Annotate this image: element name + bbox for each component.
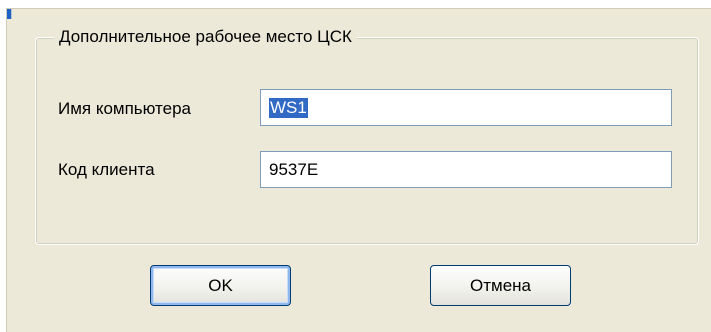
dialog-window: ▌ Дополнительное рабочее место ЦСК Имя к… [6,8,711,332]
client-code-value: 9537E [269,159,319,179]
computer-name-value: WS1 [269,97,308,118]
ok-button[interactable]: OK [150,265,291,306]
window-edge-mark: ▌ [7,9,14,19]
computer-name-label: Имя компьютера [58,99,192,118]
cancel-button[interactable]: Отмена [430,265,571,306]
group-box: Дополнительное рабочее место ЦСК Имя ком… [35,28,699,245]
client-code-input[interactable]: 9537E [260,151,672,188]
group-title: Дополнительное рабочее место ЦСК [54,28,357,46]
computer-name-input[interactable]: WS1 [260,89,672,126]
client-code-label: Код клиента [58,160,155,179]
